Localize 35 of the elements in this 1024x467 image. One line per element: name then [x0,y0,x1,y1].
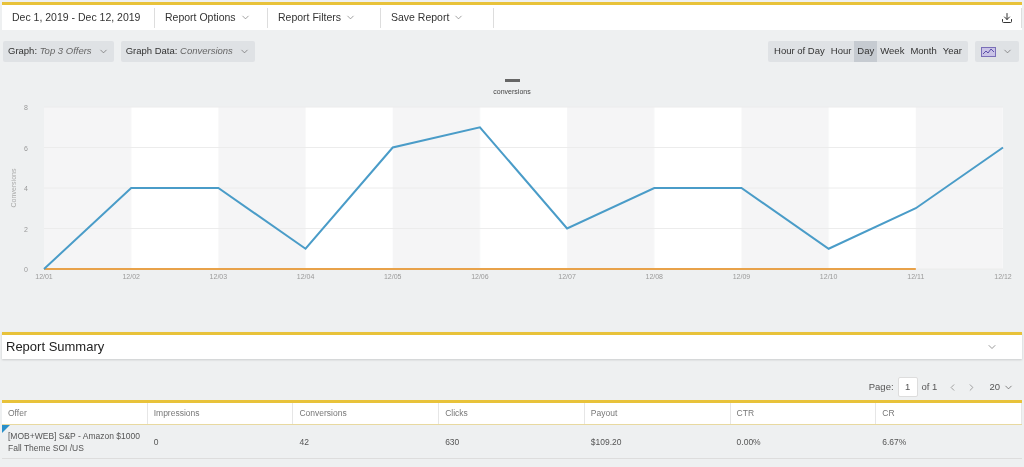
column-header[interactable]: CTR [730,403,877,424]
chart-icon [981,46,996,57]
column-header[interactable]: Conversions [293,403,440,424]
period-tab[interactable]: Week [877,41,908,62]
page-input[interactable]: 1 [897,377,918,397]
page-label: Page: [868,379,894,394]
table-cell-text: [MOB+WEB] S&P - Amazon $1000 Fall Theme SOI /US [7,429,141,455]
column-header[interactable]: Impressions [147,403,294,424]
toolbar-menu[interactable]: Report Filters [268,7,381,28]
column-header[interactable]: Offer [2,403,148,424]
toolbar-menu[interactable]: Report Options [155,7,268,28]
page-size-dropdown[interactable]: 20 [989,379,1014,395]
table-cell-text: 0 [152,435,160,449]
toolbar-menu[interactable]: Save Report [381,7,494,28]
table-cell-text: 630 [444,435,461,449]
toolbar-menu[interactable]: Dec 1, 2019 - Dec 12, 2019 [2,7,155,28]
page-count: of 1 [921,379,938,394]
period-tab[interactable]: Year [939,41,965,62]
section-title: Report Summary [6,338,105,357]
period-tab[interactable]: Hour of Day [771,41,828,62]
table-cell-text: 0.00% [735,435,762,449]
period-tab[interactable]: Month [907,41,940,62]
chart-type-button[interactable] [975,41,1019,62]
graph-dropdown[interactable]: Graph: Top 3 Offers [3,41,114,62]
column-header[interactable]: CR [876,403,1022,424]
download-icon [1001,11,1013,24]
period-tab[interactable]: Day [854,41,878,62]
table-cell-text: $109.20 [589,435,623,449]
table-cell-text: 6.67% [881,435,908,449]
column-header[interactable]: Payout [584,403,731,424]
table-cell-text: 42 [298,435,310,449]
period-tab[interactable]: Hour [827,41,855,62]
graph-dropdown[interactable]: Graph Data: Conversions [120,41,255,62]
legend-swatch [504,79,520,82]
column-header[interactable]: Clicks [439,403,585,424]
